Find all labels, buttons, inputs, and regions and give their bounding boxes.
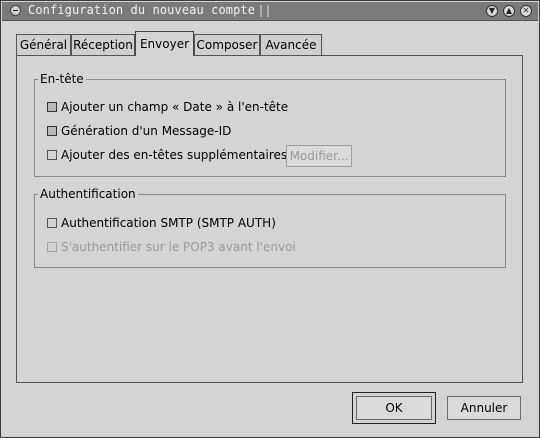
tab-general[interactable]: Général (16, 34, 71, 55)
tab-composer[interactable]: Composer (194, 34, 260, 55)
smtp-auth-label: Authentification SMTP (SMTP AUTH) (61, 216, 276, 230)
smtp-auth-checkbox[interactable] (47, 218, 57, 228)
message-id-label: Génération d'un Message-ID (61, 124, 232, 138)
message-id-checkbox[interactable] (47, 126, 57, 136)
tab-avancee[interactable]: Avancée (260, 34, 322, 55)
minimize-icon[interactable]: ▼ (486, 5, 498, 17)
pop-before-smtp-label: S'authentifier sur le POP3 avant l'envoi (61, 240, 296, 254)
window-menu-icon[interactable] (10, 5, 21, 16)
pop-before-smtp-checkbox[interactable] (47, 242, 57, 252)
extra-headers-label: Ajouter des en-têtes supplémentaires (61, 148, 288, 162)
auth-section-frame: Authentification (34, 187, 506, 268)
close-icon[interactable]: ✕ (520, 5, 532, 17)
modify-headers-button[interactable]: Modifier... (286, 145, 352, 167)
maximize-icon[interactable]: ▲ (503, 5, 515, 17)
title-grip-icon (260, 5, 269, 17)
date-header-checkbox[interactable] (47, 102, 57, 112)
extra-headers-checkbox[interactable] (47, 150, 57, 160)
tab-reception[interactable]: Réception (71, 34, 135, 55)
tab-envoyer[interactable]: Envoyer (135, 31, 194, 56)
date-header-label: Ajouter un champ « Date » à l'en-tête (61, 100, 289, 114)
title-bar[interactable]: Configuration du nouveau compte ▼ ▲ ✕ (2, 2, 538, 21)
window-title: Configuration du nouveau compte (28, 3, 256, 17)
cancel-button[interactable]: Annuler (447, 396, 521, 420)
header-section-legend: En-tête (38, 72, 86, 86)
auth-section-legend: Authentification (38, 187, 138, 201)
ok-button[interactable]: OK (356, 396, 432, 420)
